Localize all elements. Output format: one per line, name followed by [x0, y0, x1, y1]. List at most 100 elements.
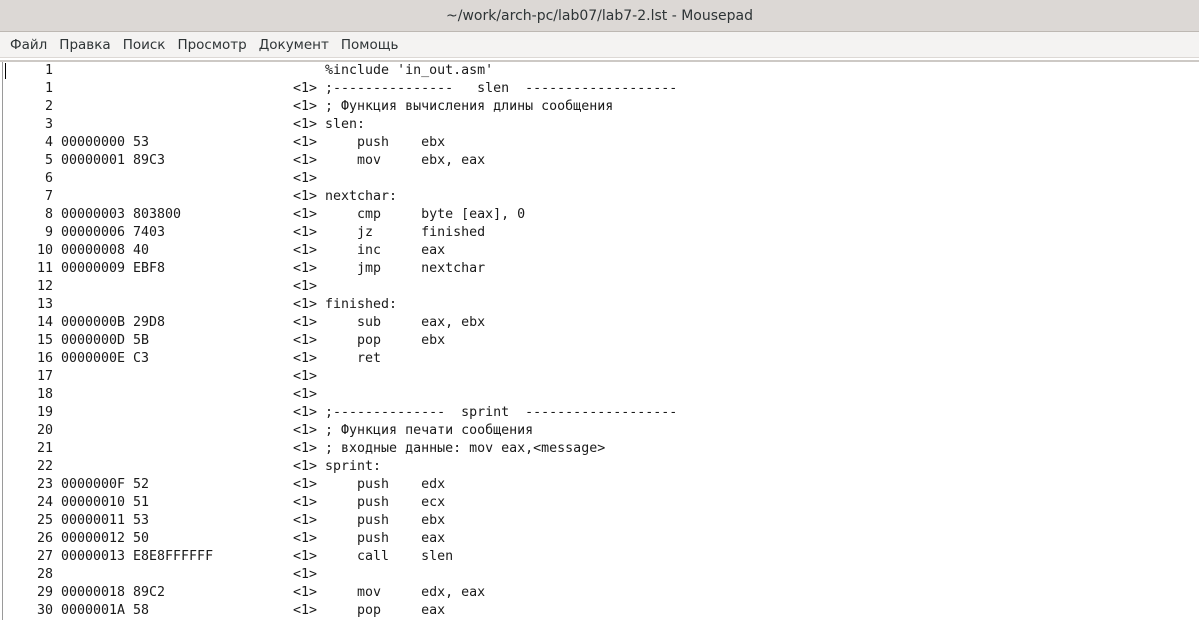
listing-line: 20 <1> ; Функция печати сообщения	[5, 422, 533, 440]
source-code: mov edx, eax	[325, 585, 486, 600]
address: 00000009	[61, 261, 126, 276]
listing-line: 5 00000001 89C3 <1> mov ebx, eax	[5, 152, 485, 170]
include-level: <1>	[293, 261, 318, 276]
source-code: ; Функция печати сообщения	[325, 423, 534, 438]
listing-line: 4 00000000 53 <1> push ebx	[5, 134, 445, 152]
include-level: <1>	[293, 567, 318, 582]
source-code: slen:	[325, 117, 366, 132]
listing-line: 21 <1> ; входные данные: mov eax,<message…	[5, 440, 605, 458]
listing-line: 19 <1> ;-------------- sprint -----------…	[5, 404, 677, 422]
include-level: <1>	[293, 297, 318, 312]
line-number: 13	[36, 297, 53, 312]
machine-code: 5B	[133, 333, 150, 348]
machine-code: 40	[133, 243, 150, 258]
address: 00000012	[61, 531, 126, 546]
include-level: <1>	[293, 459, 318, 474]
machine-code: E8E8FFFFFF	[133, 549, 214, 564]
line-number: 19	[36, 405, 53, 420]
include-level: <1>	[293, 189, 318, 204]
machine-code: 53	[133, 135, 150, 150]
listing-line: 14 0000000B 29D8 <1> sub eax, ebx	[5, 314, 485, 332]
include-level: <1>	[293, 207, 318, 222]
machine-code: 58	[133, 603, 150, 618]
source-code: ret	[325, 351, 382, 366]
line-number: 4	[44, 135, 53, 150]
include-level: <1>	[293, 333, 318, 348]
line-number: 24	[36, 495, 53, 510]
listing-line: 1 %include 'in_out.asm'	[5, 62, 493, 80]
listing-line: 10 00000008 40 <1> inc eax	[5, 242, 445, 260]
include-level: <1>	[293, 243, 318, 258]
include-level: <1>	[293, 315, 318, 330]
machine-code: EBF8	[133, 261, 166, 276]
line-number: 21	[36, 441, 53, 456]
source-code: pop ebx	[325, 333, 446, 348]
listing-line: 12 <1>	[5, 278, 325, 296]
listing-line: 15 0000000D 5B <1> pop ebx	[5, 332, 445, 350]
source-code: cmp byte [eax], 0	[325, 207, 526, 222]
line-number: 3	[44, 117, 53, 132]
include-level: <1>	[293, 225, 318, 240]
address: 00000003	[61, 207, 126, 222]
machine-code: 7403	[133, 225, 166, 240]
include-level: <1>	[293, 423, 318, 438]
source-code: %include 'in_out.asm'	[325, 63, 494, 78]
line-number: 25	[36, 513, 53, 528]
listing-line: 18 <1>	[5, 386, 325, 404]
listing-line: 2 <1> ; Функция вычисления длины сообщени…	[5, 98, 613, 116]
include-level: <1>	[293, 171, 318, 186]
address: 00000006	[61, 225, 126, 240]
listing-line: 3 <1> slen:	[5, 116, 365, 134]
line-number: 6	[44, 171, 53, 186]
menu-help[interactable]: Помощь	[335, 37, 405, 53]
address: 00000018	[61, 585, 126, 600]
text-cursor	[5, 63, 6, 79]
line-number: 1	[44, 81, 53, 96]
include-level: <1>	[293, 117, 318, 132]
line-number: 7	[44, 189, 53, 204]
menu-edit[interactable]: Правка	[53, 37, 116, 53]
menu-document[interactable]: Документ	[253, 37, 335, 53]
window-title: ~/work/arch-pc/lab07/lab7-2.lst - Mousep…	[446, 7, 753, 24]
listing-line: 28 <1>	[5, 566, 325, 584]
address: 0000001A	[61, 603, 126, 618]
machine-code: 29D8	[133, 315, 166, 330]
listing-line: 16 0000000E C3 <1> ret	[5, 350, 381, 368]
include-level: <1>	[293, 495, 318, 510]
source-code: ;--------------- slen ------------------…	[325, 81, 678, 96]
include-level: <1>	[293, 387, 318, 402]
line-number: 2	[44, 99, 53, 114]
source-code: nextchar:	[325, 189, 398, 204]
machine-code: 803800	[133, 207, 182, 222]
editor-border	[2, 62, 3, 620]
text-editor[interactable]: 1 %include 'in_out.asm' 1 <1> ;-----------…	[0, 62, 1199, 620]
machine-code: 52	[133, 477, 150, 492]
listing-line: 8 00000003 803800 <1> cmp byte [eax], 0	[5, 206, 525, 224]
include-level: <1>	[293, 405, 318, 420]
machine-code: 51	[133, 495, 150, 510]
include-level: <1>	[293, 477, 318, 492]
include-level: <1>	[293, 99, 318, 114]
source-code: jmp nextchar	[325, 261, 486, 276]
listing-line: 23 0000000F 52 <1> push edx	[5, 476, 445, 494]
menu-search[interactable]: Поиск	[117, 37, 172, 53]
line-number: 8	[44, 207, 53, 222]
source-code: push eax	[325, 531, 446, 546]
address: 00000010	[61, 495, 126, 510]
source-code: push ebx	[325, 513, 446, 528]
include-level: <1>	[293, 279, 318, 294]
machine-code: C3	[133, 351, 150, 366]
address: 0000000F	[61, 477, 126, 492]
line-number: 5	[44, 153, 53, 168]
menu-file[interactable]: Файл	[4, 37, 53, 53]
source-code: call slen	[325, 549, 454, 564]
address: 00000013	[61, 549, 126, 564]
title-bar: ~/work/arch-pc/lab07/lab7-2.lst - Mousep…	[0, 0, 1199, 32]
include-level: <1>	[293, 585, 318, 600]
include-level: <1>	[293, 603, 318, 618]
address: 00000008	[61, 243, 126, 258]
address: 00000001	[61, 153, 126, 168]
listing-line: 6 <1>	[5, 170, 325, 188]
line-number: 20	[36, 423, 53, 438]
menu-view[interactable]: Просмотр	[171, 37, 252, 53]
